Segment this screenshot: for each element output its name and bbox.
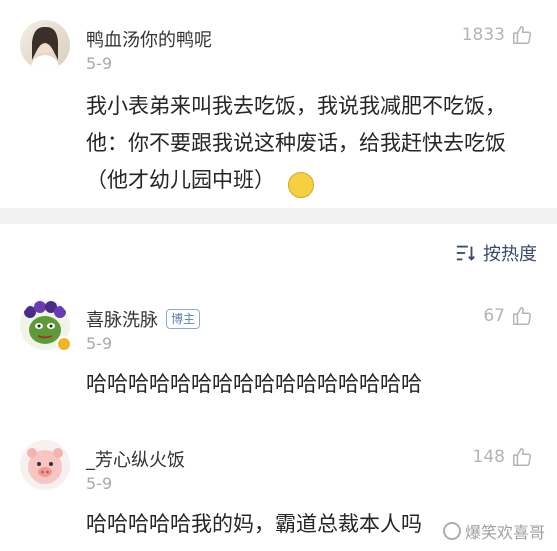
username-text: 喜脉洗脉 (86, 310, 158, 331)
like-count: 148 (472, 447, 505, 467)
comment-text: 哈哈哈哈哈哈哈哈哈哈哈哈哈哈哈哈 (86, 372, 422, 396)
username[interactable]: 喜脉洗脉 博主 (86, 306, 201, 332)
watermark-text: 爆笑欢喜哥 (464, 523, 545, 542)
username[interactable]: 鸭血汤你的鸭呢 (86, 26, 212, 52)
like-count: 67 (483, 306, 505, 326)
section-divider (0, 208, 557, 224)
avatar[interactable] (20, 440, 70, 490)
sort-icon (456, 245, 475, 261)
smile-emoji-icon: 🙂 (287, 172, 314, 198)
comment-date: 5-9 (86, 334, 113, 353)
thumbs-up-icon (513, 26, 531, 44)
username[interactable]: _芳心纵火饭 (86, 446, 185, 472)
comment-date: 5-9 (86, 474, 113, 493)
thumbs-up-icon (513, 448, 531, 466)
author-badge: 博主 (166, 309, 201, 329)
sort-toggle[interactable]: 按热度 (455, 240, 537, 266)
like-button[interactable]: 67 (483, 305, 533, 327)
verified-badge-icon (56, 336, 72, 352)
comment-date: 5-9 (86, 54, 113, 73)
like-count: 1833 (461, 25, 505, 45)
like-button[interactable]: 1833 (462, 24, 533, 46)
watermark-logo-icon (442, 522, 461, 540)
watermark: 爆笑欢喜哥 (442, 519, 545, 543)
thumbs-up-icon (513, 307, 531, 325)
comment-text: 我小表弟来叫我去吃饭，我说我减肥不吃饭，他：你不要跟我说这种废话，给我赶快去吃饭… (86, 88, 536, 199)
avatar[interactable] (20, 20, 70, 70)
like-button[interactable]: 148 (473, 446, 533, 468)
sort-label: 按热度 (483, 244, 537, 265)
